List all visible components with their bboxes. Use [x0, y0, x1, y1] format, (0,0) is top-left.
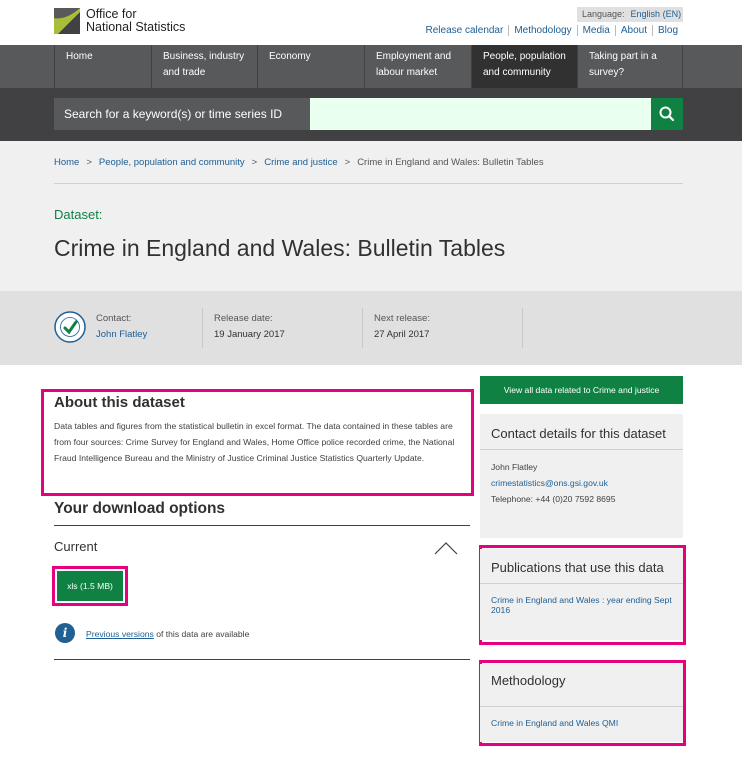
breadcrumb-separator: > — [344, 157, 351, 168]
next-release-label: Next release: — [374, 313, 430, 324]
publications-body: Crime in England and Wales : year ending… — [480, 584, 683, 624]
nav-label: Taking part in a — [589, 51, 657, 62]
breadcrumb: Home > People, population and community > Cr… — [54, 157, 544, 168]
breadcrumb-home[interactable]: Home — [54, 157, 79, 168]
release-date-meta: Release date: 19 January 2017 — [214, 311, 285, 343]
nav-label: and trade — [163, 67, 206, 78]
search-band: Search for a keyword(s) or time series I… — [0, 88, 742, 141]
search-icon — [659, 106, 675, 122]
nav-label: survey? — [589, 67, 625, 78]
nav-label: Home — [66, 51, 93, 62]
logo-line2: National Statistics — [86, 20, 186, 34]
nav-label: Employment and — [376, 51, 452, 62]
ons-logo-icon — [54, 8, 80, 34]
divider — [522, 308, 523, 348]
methodology-link[interactable]: Crime in England and Wales QMI — [491, 718, 618, 728]
release-date-label: Release date: — [214, 313, 273, 324]
language-selector[interactable]: Language: English (EN) — [577, 7, 683, 22]
contact-details-title: Contact details for this dataset — [491, 426, 666, 441]
chevron-up-icon[interactable] — [434, 541, 458, 555]
ons-logo-text: Office for National Statistics — [86, 8, 185, 34]
nav-item-people[interactable]: People, population and community — [471, 45, 577, 88]
breadcrumb-separator: > — [86, 157, 92, 168]
nav-item-employment[interactable]: Employment and labour market — [364, 45, 471, 88]
language-value[interactable]: English (EN) — [631, 9, 682, 19]
download-options-title: Your download options — [54, 500, 226, 517]
nav-label: and community — [483, 67, 551, 78]
previous-versions-suffix: of this data are available — [153, 629, 250, 639]
methodology-body: Crime in England and Wales QMI — [480, 707, 683, 740]
divider — [202, 308, 203, 348]
breadcrumb-people[interactable]: People, population and community — [99, 157, 245, 168]
nav-label: Business, industry — [163, 51, 245, 62]
xls-download-button[interactable]: xls (1.5 MB) — [57, 571, 123, 601]
publication-link[interactable]: Crime in England and Wales : year ending… — [491, 595, 672, 615]
page-type-label: Dataset: — [54, 207, 103, 222]
previous-versions-link[interactable]: Previous versions — [86, 629, 154, 639]
about-body: Data tables and figures from the statist… — [54, 421, 455, 463]
release-calendar-link[interactable]: Release calendar — [421, 25, 509, 36]
ons-logo[interactable]: Office for National Statistics — [54, 8, 185, 34]
next-release-meta: Next release: 27 April 2017 — [374, 311, 430, 343]
nav-label: Economy — [269, 51, 311, 62]
media-link[interactable]: Media — [576, 25, 615, 36]
language-label: Language: — [582, 9, 625, 19]
divider — [54, 183, 683, 184]
search-button[interactable] — [651, 98, 683, 130]
nav-label: labour market — [376, 67, 438, 78]
contact-details-body: John Flatley crimestatistics@ons.gsi.gov… — [480, 450, 683, 516]
search-input[interactable] — [310, 98, 651, 130]
divider — [54, 525, 470, 526]
publications-card: Publications that use this data Crime in… — [480, 549, 683, 640]
breadcrumb-separator: > — [251, 157, 258, 168]
search-label: Search for a keyword(s) or time series I… — [54, 98, 310, 130]
release-date-value: 19 January 2017 — [214, 329, 285, 340]
utility-links: Release calendar Methodology Media About… — [421, 25, 684, 36]
contact-name: John Flatley — [491, 462, 538, 472]
contact-name-link[interactable]: John Flatley — [96, 329, 147, 340]
publications-title: Publications that use this data — [491, 560, 664, 575]
contact-details-card: Contact details for this dataset John Fl… — [480, 414, 683, 538]
about-link[interactable]: About — [614, 25, 652, 36]
nav-item-economy[interactable]: Economy — [257, 45, 364, 88]
logo-line1: Office for — [86, 7, 137, 21]
divider — [362, 308, 363, 348]
next-release-value: 27 April 2017 — [374, 329, 430, 340]
page-title: Crime in England and Wales: Bulletin Tab… — [54, 235, 506, 261]
about-title: About this dataset — [54, 394, 185, 411]
current-section-label: Current — [54, 539, 98, 554]
methodology-link[interactable]: Methodology — [508, 25, 576, 36]
blog-link[interactable]: Blog — [651, 25, 683, 36]
release-meta: Contact: John Flatley Release date: 19 J… — [0, 291, 742, 365]
contact-phone: Telephone: +44 (0)20 7592 8695 — [491, 494, 616, 504]
nav-item-survey[interactable]: Taking part in a survey? — [577, 45, 683, 88]
nav-item-home[interactable]: Home — [54, 45, 151, 88]
breadcrumb-current: Crime in England and Wales: Bulletin Tab… — [357, 157, 544, 168]
primary-nav: Home Business, industry and trade Econom… — [0, 45, 742, 88]
divider — [54, 659, 470, 660]
methodology-title: Methodology — [491, 673, 566, 688]
view-all-data-button[interactable]: View all data related to Crime and justi… — [480, 376, 683, 404]
previous-versions-text: Previous versions of this data are avail… — [86, 629, 249, 639]
info-icon: i — [55, 623, 75, 643]
contact-label: Contact: — [96, 313, 132, 324]
page-hero: Home > People, population and community > Cr… — [0, 141, 742, 291]
contact-meta: Contact: John Flatley — [96, 311, 147, 343]
nav-label: People, population — [483, 51, 566, 62]
contact-email-link[interactable]: crimestatistics@ons.gsi.gov.uk — [491, 478, 608, 488]
methodology-card: Methodology Crime in England and Wales Q… — [480, 664, 683, 742]
national-statistics-icon — [54, 311, 86, 343]
site-header: Office for National Statistics Language:… — [0, 0, 742, 45]
nav-item-business[interactable]: Business, industry and trade — [151, 45, 257, 88]
breadcrumb-crime[interactable]: Crime and justice — [264, 157, 337, 168]
